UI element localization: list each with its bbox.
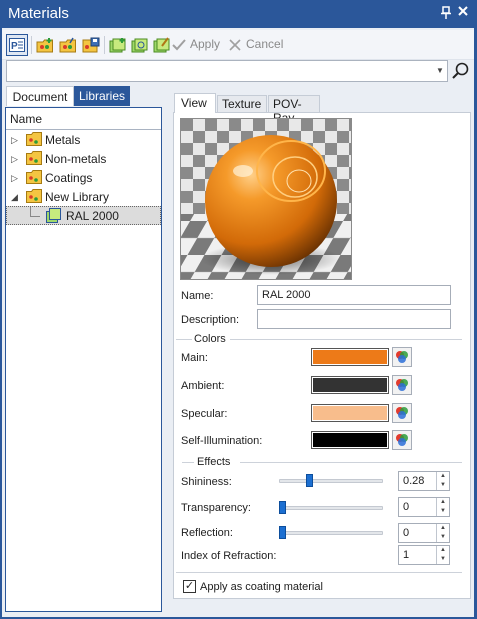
tree-connector <box>30 207 31 216</box>
reflection-value: 0 <box>403 527 410 539</box>
tree-item-non-metals[interactable]: Non-metals <box>45 150 106 168</box>
group-divider <box>176 572 462 573</box>
tab-view[interactable]: View <box>174 93 216 113</box>
description-field[interactable] <box>257 309 451 329</box>
color-picker-icon[interactable] <box>392 375 412 395</box>
spin-arrows-icon[interactable]: ▲ ▼ <box>436 498 449 516</box>
apply-button[interactable]: Apply <box>190 37 220 51</box>
search-input[interactable] <box>6 60 448 82</box>
colors-group-title: Colors <box>194 333 226 345</box>
chevron-down-icon[interactable]: ▼ <box>436 66 444 75</box>
index-of-refraction-label: Index of Refraction: <box>181 550 277 562</box>
material-icon <box>46 208 62 223</box>
cancel-button[interactable]: Cancel <box>246 37 283 51</box>
properties-view-icon[interactable]: P <box>6 34 28 56</box>
close-icon[interactable] <box>457 4 471 20</box>
checkmark-icon: ✓ <box>184 580 195 592</box>
library-folder-icon <box>26 132 42 146</box>
copy-material-icon[interactable] <box>129 34 151 56</box>
tab-texture[interactable]: Texture <box>217 95 267 113</box>
tree-item-metals[interactable]: Metals <box>45 131 80 149</box>
group-divider <box>230 339 462 340</box>
save-library-icon[interactable] <box>80 34 102 56</box>
spin-arrows-icon[interactable]: ▲ ▼ <box>436 472 449 490</box>
svg-text:P: P <box>11 41 18 52</box>
library-folder-icon <box>26 151 42 165</box>
toolbar-separator <box>31 36 32 54</box>
transparency-value: 0 <box>403 501 410 513</box>
search-icon[interactable] <box>450 60 472 82</box>
shininess-slider[interactable] <box>279 479 383 483</box>
tree-item-ral-2000[interactable]: RAL 2000 <box>66 207 119 225</box>
name-label: Name: <box>181 290 214 302</box>
material-preview <box>180 118 352 280</box>
name-field[interactable]: RAL 2000 <box>257 285 451 305</box>
main-color-swatch[interactable] <box>311 348 389 366</box>
apply-coating-label[interactable]: Apply as coating material <box>200 581 323 593</box>
color-picker-icon[interactable] <box>392 430 412 450</box>
apply-coating-checkbox[interactable]: ✓ <box>183 580 196 593</box>
library-folder-icon <box>26 170 42 184</box>
shininess-slider-thumb[interactable] <box>306 474 313 487</box>
specular-color-swatch[interactable] <box>311 404 389 422</box>
specular-color-label: Specular: <box>181 408 228 420</box>
tab-pov-ray[interactable]: POV-Ray <box>268 95 320 125</box>
reflection-slider[interactable] <box>279 531 383 535</box>
color-picker-icon[interactable] <box>392 347 412 367</box>
main-color-label: Main: <box>181 352 208 364</box>
group-divider <box>240 462 462 463</box>
toolbar-separator <box>104 36 105 54</box>
tree-column-header[interactable]: Name <box>6 108 161 130</box>
library-folder-icon <box>26 189 42 203</box>
shininess-label: Shininess: <box>181 476 232 488</box>
cancel-x-icon[interactable] <box>226 34 244 56</box>
transparency-slider-thumb[interactable] <box>279 501 286 514</box>
add-to-library-icon[interactable] <box>107 34 129 56</box>
chevron-down-icon[interactable]: ◢ <box>11 192 18 203</box>
effects-group-title: Effects <box>197 456 231 468</box>
group-divider <box>176 339 192 340</box>
group-divider <box>182 462 194 463</box>
ambient-color-swatch[interactable] <box>311 376 389 394</box>
spin-arrows-icon[interactable]: ▲ ▼ <box>436 524 449 542</box>
chevron-right-icon[interactable]: ▷ <box>11 173 18 184</box>
transparency-slider[interactable] <box>279 506 383 510</box>
shininess-value: 0.28 <box>403 475 425 487</box>
tree-item-coatings[interactable]: Coatings <box>45 169 92 187</box>
tree-item-new-library[interactable]: New Library <box>45 188 109 206</box>
color-picker-icon[interactable] <box>392 403 412 423</box>
reflection-label: Reflection: <box>181 527 233 539</box>
window-title: Materials <box>8 5 69 22</box>
pin-icon[interactable] <box>440 6 452 20</box>
apply-check-icon[interactable] <box>170 34 188 56</box>
self-illumination-swatch[interactable] <box>311 431 389 449</box>
index-of-refraction-value: 1 <box>403 549 410 561</box>
ambient-color-label: Ambient: <box>181 380 225 392</box>
description-label: Description: <box>181 314 240 326</box>
transparency-label: Transparency: <box>181 502 251 514</box>
chevron-right-icon[interactable]: ▷ <box>11 135 18 146</box>
reflection-slider-thumb[interactable] <box>279 526 286 539</box>
new-material-icon[interactable] <box>34 34 56 56</box>
self-illumination-label: Self-Illumination: <box>181 435 263 447</box>
tab-document[interactable]: Document <box>6 86 74 106</box>
chevron-right-icon[interactable]: ▷ <box>11 154 18 165</box>
tab-libraries[interactable]: Libraries <box>74 86 130 106</box>
title-bar[interactable]: Materials <box>0 0 477 28</box>
tree-connector <box>30 216 40 217</box>
open-library-icon[interactable] <box>57 34 79 56</box>
spin-arrows-icon[interactable]: ▲ ▼ <box>436 546 449 564</box>
